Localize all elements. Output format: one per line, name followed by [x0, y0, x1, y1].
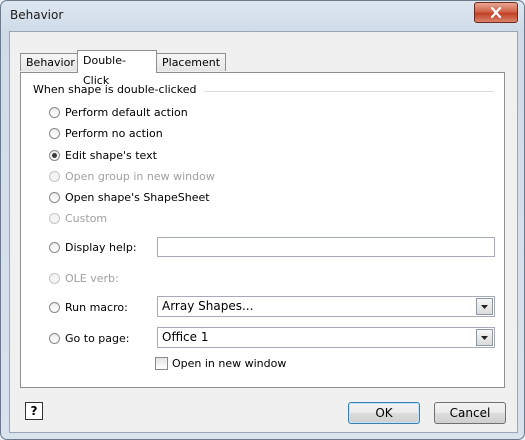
- radio-button-disabled: [49, 272, 60, 284]
- radio-button-selected[interactable]: [49, 149, 60, 161]
- radio-button-disabled: [49, 212, 60, 224]
- close-button[interactable]: [474, 2, 518, 23]
- open-in-new-window-checkbox[interactable]: [155, 357, 168, 370]
- option-display-help[interactable]: Display help:: [49, 239, 137, 255]
- go-to-page-value: Office 1: [162, 330, 209, 344]
- option-go-to-page[interactable]: Go to page:: [49, 330, 129, 346]
- option-label: Go to page:: [65, 331, 130, 345]
- option-run-macro[interactable]: Run macro:: [49, 299, 128, 315]
- group-divider: [204, 91, 494, 92]
- tab-double-click[interactable]: Double-Click: [77, 50, 157, 87]
- option-ole-verb: OLE verb:: [49, 270, 119, 286]
- run-macro-dropdown[interactable]: Array Shapes...: [157, 296, 495, 317]
- cancel-button[interactable]: Cancel: [434, 402, 506, 424]
- radio-button[interactable]: [49, 106, 60, 118]
- dropdown-button[interactable]: [476, 298, 493, 315]
- radio-button[interactable]: [49, 301, 60, 313]
- option-label: Custom: [65, 211, 108, 225]
- radio-button[interactable]: [49, 241, 60, 253]
- option-edit-shape-text[interactable]: Edit shape's text: [49, 147, 157, 163]
- tab-placement[interactable]: Placement: [156, 53, 226, 71]
- radio-button[interactable]: [49, 191, 60, 203]
- option-label: Display help:: [65, 240, 137, 254]
- dialog-client-area: Behavior Double-Click Placement When sha…: [9, 31, 518, 433]
- go-to-page-dropdown[interactable]: Office 1: [157, 327, 495, 348]
- ok-button[interactable]: OK: [348, 402, 420, 424]
- radio-button-disabled: [49, 170, 60, 182]
- chevron-down-icon: [481, 304, 488, 309]
- open-in-new-window-option[interactable]: Open in new window: [155, 357, 286, 370]
- double-click-panel: When shape is double-clicked Perform def…: [20, 72, 505, 388]
- option-label: Edit shape's text: [65, 148, 157, 162]
- chevron-down-icon: [481, 335, 488, 340]
- option-open-shapesheet[interactable]: Open shape's ShapeSheet: [49, 189, 210, 205]
- run-macro-value: Array Shapes...: [162, 299, 254, 313]
- radio-button[interactable]: [49, 332, 60, 344]
- option-label: Perform no action: [65, 126, 163, 140]
- checkbox-label: Open in new window: [172, 357, 287, 370]
- tab-behavior[interactable]: Behavior: [20, 53, 78, 71]
- option-label: Open shape's ShapeSheet: [65, 190, 210, 204]
- option-perform-default[interactable]: Perform default action: [49, 104, 188, 120]
- option-perform-no-action[interactable]: Perform no action: [49, 125, 163, 141]
- group-title: When shape is double-clicked: [33, 83, 201, 96]
- dialog-window: Behavior Behavior Double-Click Placement…: [0, 0, 525, 440]
- dialog-title: Behavior: [10, 8, 64, 22]
- radio-button[interactable]: [49, 127, 60, 139]
- help-button[interactable]: ?: [25, 402, 43, 420]
- option-label: Run macro:: [65, 300, 128, 314]
- option-label: Open group in new window: [65, 169, 215, 183]
- option-label: Perform default action: [65, 105, 188, 119]
- option-custom: Custom: [49, 210, 107, 226]
- close-icon: [490, 7, 502, 18]
- title-bar[interactable]: Behavior: [1, 1, 524, 29]
- display-help-input[interactable]: [157, 237, 495, 257]
- option-open-group: Open group in new window: [49, 168, 215, 184]
- dropdown-button[interactable]: [476, 329, 493, 346]
- option-label: OLE verb:: [65, 271, 119, 285]
